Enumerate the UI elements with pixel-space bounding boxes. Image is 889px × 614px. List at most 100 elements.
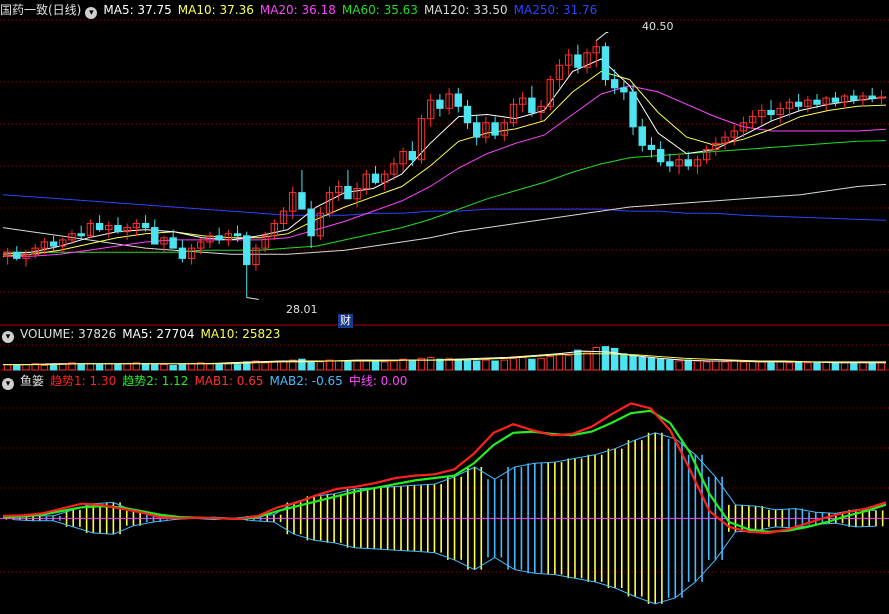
candle [344, 185, 352, 200]
candle [114, 225, 122, 233]
volume-bar [408, 359, 417, 371]
candle [794, 101, 803, 107]
ma5-line [2, 58, 887, 255]
volume-bar [785, 362, 794, 371]
volume-bar [270, 361, 279, 371]
candle [629, 91, 637, 128]
volume-bar [666, 359, 674, 371]
candle [666, 161, 674, 167]
volume-bar [399, 358, 407, 371]
candle [436, 99, 444, 109]
candle [178, 247, 187, 259]
volume-bar [767, 362, 775, 371]
volume-bar [675, 360, 683, 371]
volume-ma5-label: MA5: 27704 [122, 327, 195, 341]
volume-bar [169, 365, 177, 371]
volume-bar [436, 358, 444, 371]
volume-bar [151, 364, 159, 371]
volume-bar [794, 361, 803, 371]
volume-bar [380, 361, 389, 371]
volume-bar [610, 347, 619, 371]
candle [408, 151, 417, 161]
volume-ma10-label: MA10: 25823 [200, 327, 281, 341]
volume-bar [472, 360, 481, 371]
volume-bar [804, 362, 812, 371]
volume-label: VOLUME: 37826 [20, 327, 117, 341]
midline-label: 中线: 0.00 [348, 374, 408, 388]
volume-bar [509, 357, 518, 371]
indicator-toggle-icon[interactable]: ▾ [2, 378, 14, 390]
volume-bar [316, 361, 325, 371]
volume-bar [77, 364, 85, 371]
volume-bar [362, 359, 371, 371]
volume-bar [620, 353, 628, 371]
candle [850, 95, 858, 101]
candle [610, 79, 619, 89]
candle [49, 241, 58, 247]
volume-bar [178, 364, 187, 371]
mab1-label: MAB1: 0.65 [194, 374, 264, 388]
volume-bar [141, 363, 150, 371]
volume-bar [758, 361, 766, 371]
candle [371, 173, 380, 183]
volume-bar [40, 365, 49, 371]
trend1-line [2, 402, 887, 535]
candle [141, 222, 150, 229]
volume-toggle-icon[interactable]: ▾ [2, 331, 14, 343]
volume-bar [187, 363, 196, 371]
volume-bar [601, 346, 610, 371]
volume-bar [426, 356, 435, 371]
trend2-label: 趋势2: 1.12 [122, 374, 189, 388]
volume-bar [95, 364, 104, 371]
price-legend: 国药一致(日线) ▾ MA5: 37.75 MA10: 37.36 MA20: 36.1… [0, 1, 603, 19]
volume-bar [353, 360, 361, 371]
legend-toggle-icon[interactable]: ▾ [85, 7, 98, 19]
mab2-label: MAB2: -0.65 [269, 374, 343, 388]
volume-bar [592, 347, 600, 371]
volume-bar [877, 362, 886, 371]
candle [574, 54, 582, 68]
volume-bar [583, 351, 591, 371]
ma5-label: MA5: 37.75 [103, 3, 172, 17]
ma20-label: MA20: 36.18 [259, 3, 336, 17]
volume-bar [555, 353, 564, 371]
stock-chart[interactable] [0, 0, 889, 614]
candle [95, 222, 104, 231]
high-price-label: 40.50 [642, 20, 674, 33]
volume-bar [224, 363, 233, 371]
volume-bar [261, 362, 269, 371]
volume-bar [831, 362, 840, 371]
ma10-line [2, 70, 887, 257]
volume-legend: ▾ VOLUME: 37826 MA5: 27704 MA10: 25823 [0, 325, 286, 343]
volume-bar [114, 364, 122, 371]
volume-bar [335, 360, 343, 371]
volume-bar [813, 362, 821, 371]
candle [647, 144, 656, 150]
volume-bar [518, 356, 527, 371]
volume-bar [215, 364, 223, 371]
candle [463, 105, 472, 124]
indicator-name[interactable]: 鱼篓 [20, 374, 44, 388]
volume-bar [344, 361, 352, 371]
volume-bar [693, 360, 702, 371]
volume-bar [105, 363, 113, 371]
volume-bar [721, 361, 729, 371]
mab1-envelope [12, 432, 877, 519]
indicator-legend: ▾ 鱼篓 趋势1: 1.30 趋势2: 1.12 MAB1: 0.65 MAB2: -0.… [0, 372, 413, 390]
candle [233, 233, 242, 237]
candle [151, 227, 159, 245]
volume-bar [454, 358, 463, 371]
stock-title[interactable]: 国药一致(日线) [0, 3, 81, 17]
volume-bar [840, 362, 849, 371]
volume-bar [656, 358, 665, 371]
ma60-label: MA60: 35.63 [341, 3, 418, 17]
volume-bar [390, 360, 398, 371]
candle [472, 122, 481, 138]
volume-bar [730, 360, 738, 371]
volume-bar [776, 361, 784, 371]
volume-bar [822, 361, 830, 371]
financial-report-badge[interactable]: 财 [338, 314, 353, 328]
candle [454, 93, 463, 107]
volume-bar [123, 363, 131, 371]
candle [638, 126, 646, 146]
